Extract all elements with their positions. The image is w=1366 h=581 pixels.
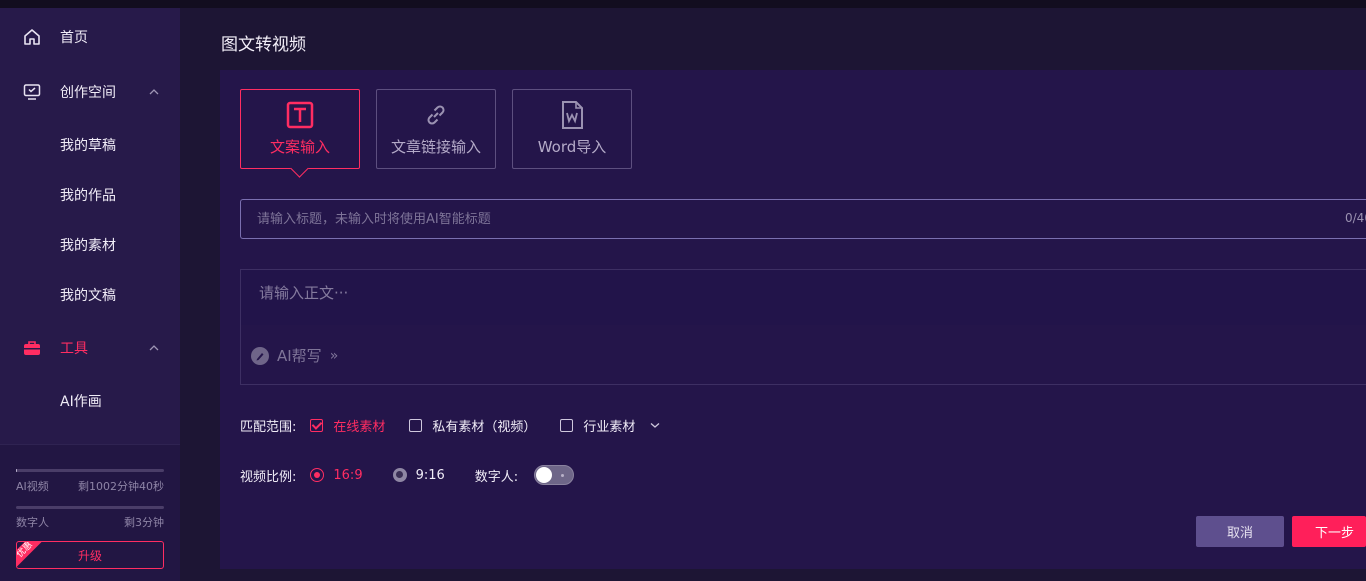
sidebar-item-label: 工具 (60, 341, 88, 357)
title-field: 0/40 (240, 199, 1366, 239)
toggle-off-dot (561, 474, 565, 477)
link-icon (421, 100, 451, 130)
sidebar-item-works[interactable]: 我的作品 (60, 184, 116, 208)
double-chevron-icon: » (329, 347, 339, 364)
video-quota-row: AI视频 剩1002分钟40秒 (16, 478, 164, 494)
sidebar-item-manuscripts[interactable]: 我的文稿 (60, 284, 116, 308)
checkbox-label: 行业素材 (583, 419, 636, 435)
digital-human-label: 数字人: (474, 469, 519, 485)
sidebar-item-label: 首页 (60, 30, 88, 46)
title-char-counter: 0/40 (1345, 211, 1366, 225)
quota-panel: AI视频 剩1002分钟40秒 数字人 剩3分钟 优惠 升级 (0, 444, 180, 581)
monitor-icon (22, 82, 42, 102)
sidebar-item-tools[interactable]: 工具 (0, 328, 180, 368)
checkbox-industry-material[interactable]: 行业素材 (560, 416, 635, 435)
top-bar (0, 0, 1366, 8)
video-ratio-label: 视频比例: (240, 469, 297, 485)
mode-label: 文案输入 (269, 138, 330, 156)
video-ratio-row: 视频比例: 16:9 9:16 数字人: (240, 465, 575, 485)
mode-word-import[interactable]: Word导入 (512, 89, 632, 169)
avatar-quota-bar (16, 506, 164, 509)
radio-dot (392, 468, 407, 482)
sidebar-item-materials[interactable]: 我的素材 (60, 234, 116, 258)
sidebar-item-label: 创作空间 (60, 85, 116, 101)
title-input[interactable] (257, 200, 1327, 238)
checkbox-box (560, 418, 574, 432)
avatar-quota-label: 数字人 (16, 516, 49, 529)
avatar-quota-row: 数字人 剩3分钟 (16, 514, 164, 530)
digital-human-toggle[interactable] (534, 465, 575, 485)
sidebar-item-ai-painting[interactable]: AI作画 (60, 390, 102, 414)
body-input[interactable] (259, 282, 1349, 318)
mode-link-input[interactable]: 文章链接输入 (376, 89, 496, 169)
chevron-down-icon[interactable] (649, 419, 661, 431)
checkbox-private-material[interactable]: 私有素材（视频） (409, 416, 536, 435)
text-icon (285, 100, 315, 130)
radio-16-9[interactable]: 16:9 (310, 467, 363, 483)
radio-dot (310, 468, 325, 482)
video-quota-bar (16, 469, 164, 472)
upgrade-button[interactable]: 优惠 升级 (16, 541, 164, 569)
body-text-area (241, 270, 1366, 325)
checkbox-box (409, 418, 423, 432)
checkbox-label: 在线素材 (333, 419, 386, 435)
mode-label: Word导入 (537, 138, 607, 156)
video-quota-remaining: 剩1002分钟40秒 (78, 480, 164, 493)
chevron-up-icon[interactable] (147, 341, 161, 355)
checkbox-online-material[interactable]: 在线素材 (310, 416, 385, 435)
promo-badge-text: 优惠 (17, 542, 45, 568)
cancel-button[interactable]: 取消 (1196, 516, 1284, 547)
sidebar-item-drafts[interactable]: 我的草稿 (60, 134, 116, 158)
body-field: AI帮写 » (240, 269, 1366, 385)
checkbox-box (310, 418, 324, 432)
mode-label: 文章链接输入 (390, 138, 481, 156)
page-title: 图文转视频 (221, 35, 306, 55)
word-doc-icon (557, 100, 587, 130)
mode-text-input[interactable]: 文案输入 (240, 89, 360, 169)
ai-write-label: AI帮写 (277, 347, 322, 365)
avatar-quota-remaining: 剩3分钟 (124, 516, 164, 529)
toolbox-icon (22, 338, 42, 358)
content-panel: 文案输入 文章链接输入 Word导入 0/40 AI帮写 » 匹配范围: (220, 70, 1366, 569)
radio-label: 9:16 (415, 467, 445, 483)
ai-pen-icon (251, 346, 269, 365)
sidebar-item-home[interactable]: 首页 (0, 17, 180, 57)
video-quota-label: AI视频 (16, 480, 49, 493)
radio-9-16[interactable]: 9:16 (392, 467, 445, 483)
sidebar-item-creation-space[interactable]: 创作空间 (0, 72, 180, 112)
promo-badge: 优惠 (17, 542, 45, 568)
upgrade-label: 升级 (77, 548, 102, 563)
checkbox-label: 私有素材（视频） (432, 419, 537, 435)
match-range-row: 匹配范围: 在线素材 私有素材（视频） 行业素材 (240, 415, 661, 435)
ai-write-button[interactable]: AI帮写 » (251, 345, 338, 366)
radio-label: 16:9 (333, 467, 363, 483)
match-range-label: 匹配范围: (240, 419, 297, 435)
next-step-button[interactable]: 下一步 (1292, 516, 1366, 547)
video-quota-fill (16, 469, 18, 472)
home-icon (22, 27, 42, 47)
chevron-up-icon[interactable] (147, 85, 161, 99)
toggle-knob (536, 467, 553, 483)
